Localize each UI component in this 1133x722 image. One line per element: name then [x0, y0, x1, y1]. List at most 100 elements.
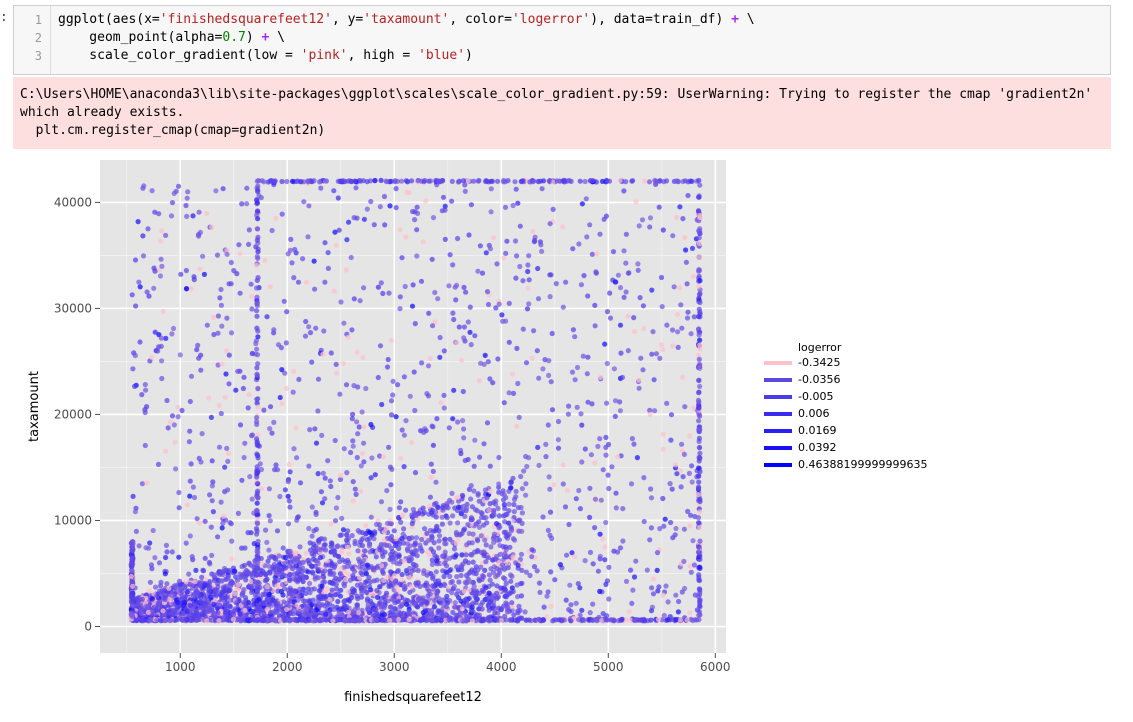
data-point	[487, 463, 493, 469]
data-point	[359, 537, 365, 543]
data-point	[517, 517, 523, 523]
data-point	[446, 283, 452, 289]
data-point	[345, 544, 351, 550]
data-point	[488, 544, 494, 550]
data-point	[235, 368, 241, 374]
data-point	[240, 385, 246, 392]
data-point	[546, 178, 552, 184]
data-point	[659, 342, 665, 348]
code-cell[interactable]: 1 2 3 ggplot(aes(x='finishedsquarefeet12…	[13, 5, 1111, 75]
code-line[interactable]: geom_point(alpha=0.7) + \	[58, 29, 285, 47]
data-point	[335, 543, 341, 549]
data-point	[585, 293, 591, 299]
data-point	[284, 385, 290, 391]
data-point	[300, 256, 306, 262]
data-point	[412, 407, 418, 414]
data-point	[578, 282, 585, 288]
data-point	[387, 617, 393, 623]
data-point	[315, 376, 322, 382]
data-point	[356, 424, 362, 430]
data-point	[469, 618, 475, 624]
data-point	[611, 548, 617, 554]
data-point	[142, 442, 148, 449]
data-point	[476, 524, 482, 530]
data-point	[315, 566, 321, 572]
data-point	[467, 304, 473, 310]
data-point	[350, 575, 356, 582]
code-line[interactable]: ggplot(aes(x='finishedsquarefeet12', y='…	[58, 11, 755, 29]
data-point	[388, 551, 394, 558]
data-point	[455, 419, 461, 425]
data-point	[435, 296, 441, 302]
data-point	[280, 572, 286, 578]
data-point	[406, 617, 412, 623]
data-point	[604, 309, 611, 315]
data-point	[345, 334, 351, 340]
data-point	[503, 533, 509, 539]
data-point	[664, 400, 670, 406]
data-point	[270, 178, 276, 184]
data-point	[429, 423, 435, 429]
data-point	[255, 216, 261, 222]
data-point	[421, 568, 427, 574]
data-point	[155, 348, 161, 354]
data-point	[508, 480, 514, 486]
data-point	[255, 404, 261, 410]
data-point	[391, 573, 398, 579]
data-point	[357, 298, 363, 304]
data-point	[267, 404, 274, 410]
data-point	[573, 600, 579, 606]
data-point	[431, 604, 438, 610]
data-point	[224, 445, 230, 451]
data-point	[469, 516, 475, 522]
data-point	[355, 431, 361, 437]
data-point	[409, 303, 416, 309]
data-point	[606, 178, 613, 184]
legend-label: 0.0392	[798, 441, 837, 454]
data-point	[332, 437, 338, 444]
data-point	[130, 493, 136, 499]
data-point	[306, 203, 312, 209]
data-point	[209, 498, 215, 504]
data-point	[606, 564, 612, 570]
data-point	[625, 348, 631, 354]
data-point	[267, 284, 273, 290]
data-point	[350, 589, 356, 595]
data-point	[325, 458, 331, 464]
data-point	[478, 564, 484, 570]
data-point	[343, 382, 350, 388]
code-line[interactable]: scale_color_gradient(low = 'pink', high …	[58, 47, 473, 65]
data-point	[152, 555, 158, 561]
data-point	[371, 222, 377, 228]
data-point	[600, 536, 606, 542]
data-point	[288, 236, 294, 242]
data-point	[407, 536, 413, 542]
data-point	[503, 544, 509, 550]
data-point	[291, 275, 297, 281]
data-point	[166, 585, 172, 591]
data-point	[579, 422, 585, 428]
data-point	[327, 570, 334, 576]
data-point	[484, 495, 490, 501]
data-point	[661, 179, 667, 185]
data-point	[378, 499, 385, 505]
data-point	[282, 487, 288, 493]
data-point	[237, 251, 243, 257]
data-point	[659, 304, 665, 310]
data-point	[226, 381, 232, 387]
data-point	[648, 525, 655, 531]
data-point	[636, 377, 642, 383]
data-point	[164, 549, 170, 555]
data-point	[412, 217, 418, 223]
stderr-output: C:\Users\HOME\anaconda3\lib\site-package…	[13, 77, 1111, 149]
data-point	[329, 587, 335, 593]
data-point	[598, 497, 604, 503]
data-point	[403, 418, 409, 424]
data-point	[696, 292, 703, 298]
data-point	[453, 612, 459, 618]
data-point	[466, 587, 472, 593]
data-point	[461, 435, 467, 441]
data-point	[208, 414, 214, 420]
data-point	[652, 408, 658, 414]
data-point	[249, 306, 255, 312]
